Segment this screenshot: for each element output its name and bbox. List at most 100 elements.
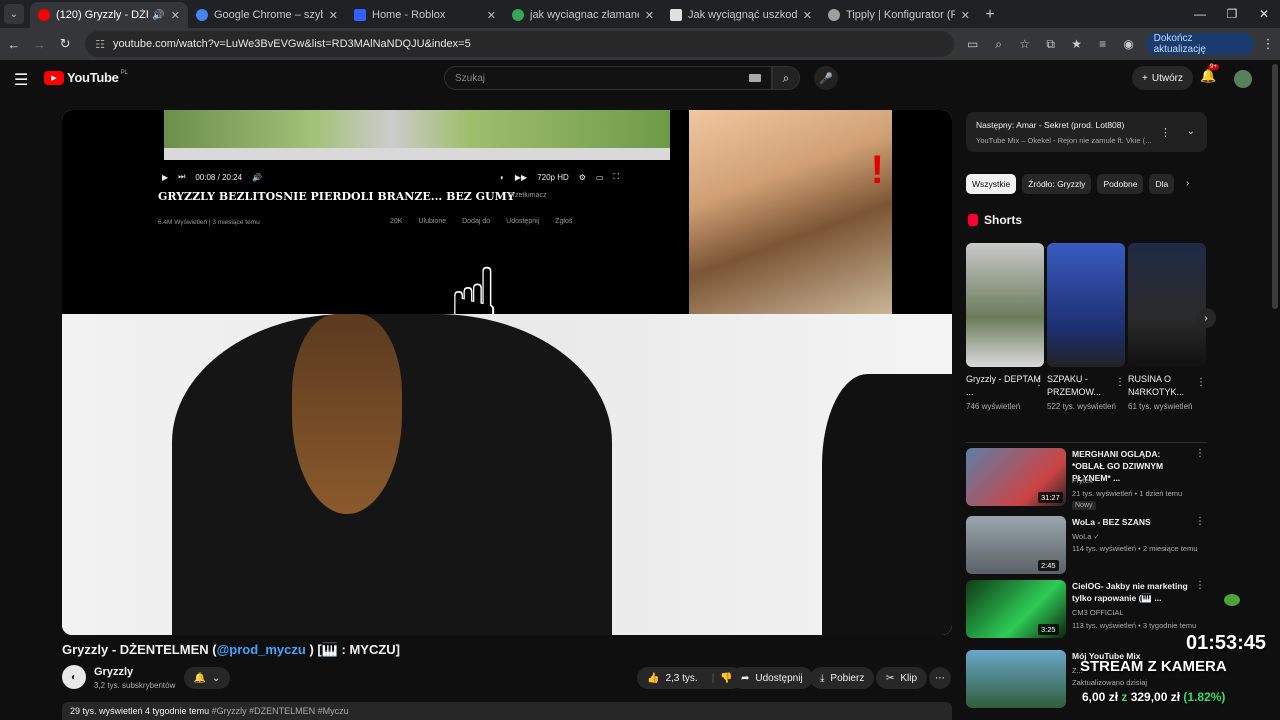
chip-all[interactable]: Wszystkie — [966, 174, 1017, 194]
google-favicon-icon — [196, 9, 208, 21]
chip-similar[interactable]: Podobne — [1097, 174, 1144, 194]
tab-title: jak wyciagnac złamanego papi — [530, 9, 639, 21]
extensions-icon[interactable]: ⧉ — [1040, 33, 1062, 55]
scissors-icon: ✂ — [886, 672, 895, 684]
video-frame-top: ▶ ⏭ 00:08 / 20:24 🔊 ◐ ▶▶ 720p HD ⚙ ▭ ⛶ G… — [62, 110, 952, 314]
tab-tipply[interactable]: Tipply | Konfigurator (Powiador ✕ — [820, 2, 978, 28]
site-info-icon[interactable]: ☷ — [95, 38, 105, 51]
zoom-icon[interactable]: ⌕ — [988, 33, 1010, 55]
up-next-panel[interactable]: Następny: Amar - Sekret (prod. Lot808) Y… — [966, 112, 1207, 152]
tab-title: Google Chrome – szybka i bezp — [214, 9, 323, 21]
maximize-icon[interactable]: ❐ — [1216, 0, 1248, 28]
close-tab-icon[interactable]: ✕ — [645, 9, 654, 22]
forward-icon[interactable]: → — [28, 32, 52, 56]
shorts-title: Shorts — [984, 213, 1023, 227]
bookmarks-icon[interactable]: ★ — [1066, 33, 1088, 55]
tab-google-search[interactable]: jak wyciagnac złamanego papi ✕ — [504, 2, 662, 28]
channel-avatar[interactable]: ◐ — [62, 665, 86, 689]
tipply-favicon-icon — [828, 9, 840, 21]
more-options-icon[interactable]: ⋮ — [1196, 377, 1206, 388]
autoplay-icon: ◐ — [500, 172, 505, 182]
subscription-bell-button[interactable]: 🔔 ⌄ — [184, 667, 230, 689]
back-icon[interactable]: ← — [2, 32, 26, 56]
create-button[interactable]: + Utwórz — [1132, 66, 1193, 90]
more-actions-icon[interactable]: ⋯ — [929, 667, 951, 689]
donation-goal: 6,00 zł z 329,00 zł (1.82%) — [1082, 690, 1225, 704]
short-item[interactable]: SZPAKU - PRZEMOW... 522 tys. wyświetleń … — [1047, 243, 1125, 413]
more-options-icon[interactable]: ⋮ — [1195, 516, 1205, 527]
update-button[interactable]: Dokończ aktualizację — [1145, 33, 1255, 55]
filter-chips: Wszystkie Źródło: Gryzzly Podobne Dla — [966, 174, 1198, 194]
more-options-icon[interactable]: ⋮ — [1195, 580, 1205, 591]
minimize-icon[interactable]: — — [1184, 0, 1216, 28]
user-avatar[interactable] — [1234, 70, 1252, 88]
download-button[interactable]: ⤓ Pobierz — [810, 667, 875, 689]
short-title: RUSINA O N4RKOTYK... — [1128, 374, 1185, 397]
chevron-down-icon[interactable]: ⌄ — [1187, 126, 1195, 137]
embedded-action: Dodaj do — [462, 218, 491, 225]
close-tab-icon[interactable]: ✕ — [171, 9, 180, 22]
close-tab-icon[interactable]: ✕ — [487, 9, 496, 22]
address-bar[interactable]: ☷ youtube.com/watch?v=LuWe3BvEVGw&list=R… — [85, 31, 954, 57]
chip-source[interactable]: Źródło: Gryzzly — [1022, 174, 1092, 194]
tab-youtube[interactable]: (120) Gryzzly - DŻENTELM 🔊 ✕ — [30, 2, 188, 28]
tab-title: (120) Gryzzly - DŻENTELM — [56, 9, 148, 21]
goal-target: 329,00 zł — [1130, 690, 1181, 704]
producer-link[interactable]: @prod_myczu — [217, 642, 306, 657]
settings-icon: ⚙ — [578, 172, 586, 182]
video-player[interactable]: ▶ ⏭ 00:08 / 20:24 🔊 ◐ ▶▶ 720p HD ⚙ ▭ ⛶ G… — [62, 110, 952, 635]
more-options-icon[interactable]: ⋮ — [1034, 377, 1044, 388]
video-list-item[interactable]: 2:45 WoLa - BEZ SZANS WoLa ✓ 114 tys. wy… — [966, 516, 1207, 578]
roblox-favicon-icon — [354, 9, 366, 21]
chevron-right-icon[interactable]: › — [1196, 308, 1216, 328]
person-figure — [822, 374, 952, 635]
description-box[interactable]: 29 tys. wyświetleń 4 tygodnie temu #Gryz… — [62, 702, 952, 720]
more-options-icon[interactable]: ⋮ — [1115, 377, 1125, 388]
clip-button[interactable]: ✂ Klip — [876, 667, 928, 689]
keyboard-icon[interactable] — [749, 74, 761, 82]
scrollbar[interactable] — [1272, 64, 1278, 309]
tab-roblox[interactable]: Home - Roblox ✕ — [346, 2, 504, 28]
tab-chrome[interactable]: Google Chrome – szybka i bezp ✕ — [188, 2, 346, 28]
reload-icon[interactable]: ↻ — [53, 32, 77, 56]
close-tab-icon[interactable]: ✕ — [961, 9, 970, 22]
notifications-icon[interactable]: 🔔 9+ — [1200, 64, 1219, 84]
short-title: SZPAKU - PRZEMOW... — [1047, 374, 1101, 397]
profile-icon[interactable]: ◉ — [1118, 33, 1140, 55]
video-duration: 31:27 — [1038, 492, 1063, 503]
menu-icon[interactable]: ☰ — [14, 70, 28, 90]
short-views: 61 tys. wyświetleń — [1128, 402, 1193, 411]
hashtags[interactable]: #Gryzzly #DZENTELMEN #Myczu — [209, 706, 349, 716]
close-window-icon[interactable]: ✕ — [1248, 0, 1280, 28]
bookmark-star-icon[interactable]: ☆ — [1014, 33, 1036, 55]
close-tab-icon[interactable]: ✕ — [329, 9, 338, 22]
short-item[interactable]: Gryzzly - DEPTAM ... 746 wyświetleń ⋮ — [966, 243, 1044, 413]
chip-for[interactable]: Dla — [1149, 174, 1175, 194]
tab-article[interactable]: Jak wyciągnąć uszkodzony wk ✕ — [662, 2, 820, 28]
more-options-icon[interactable]: ⋮ — [1195, 448, 1205, 459]
video-list-item[interactable]: 31:27 MERGHANI OGLĄDA: *OBLAŁ GO DZIWNYM… — [966, 448, 1207, 510]
embedded-quality: 720p HD — [537, 172, 569, 182]
channel-name[interactable]: Gryzzly — [94, 666, 133, 678]
youtube-logo[interactable]: ▶ YouTube PL — [44, 70, 128, 85]
share-button[interactable]: ➦ Udostępnij — [731, 667, 813, 689]
download-icon: ⤓ — [820, 672, 825, 684]
media-icon[interactable]: ≡ — [1092, 33, 1114, 55]
short-item[interactable]: RUSINA O N4RKOTYK... 61 tys. wyświetleń … — [1128, 243, 1206, 413]
share-icon: ➦ — [741, 672, 750, 684]
speaker-icon[interactable]: 🔊 — [152, 10, 164, 21]
video-list-item[interactable]: 3:25 CieIOG- Jakby nie marketing tylko r… — [966, 580, 1207, 642]
chevron-right-icon[interactable]: › — [1186, 178, 1189, 189]
short-thumbnail — [966, 243, 1044, 367]
search-input[interactable]: Szukaj — [444, 66, 772, 90]
search-icon[interactable]: ⌕ — [772, 66, 800, 90]
short-views: 746 wyświetleń — [966, 402, 1021, 411]
microphone-icon[interactable]: 🎤 — [814, 66, 838, 90]
close-tab-icon[interactable]: ✕ — [803, 9, 812, 22]
new-tab-icon[interactable]: + — [978, 6, 1002, 24]
like-button[interactable]: 👍 2,3 tys. | 👎 — [637, 667, 743, 689]
cast-icon[interactable]: ▭ — [962, 33, 984, 55]
more-options-icon[interactable]: ⋮ — [1160, 126, 1171, 139]
tab-search-icon[interactable]: ⌄ — [4, 4, 24, 24]
menu-dots-icon[interactable]: ⋮ — [1256, 32, 1280, 56]
